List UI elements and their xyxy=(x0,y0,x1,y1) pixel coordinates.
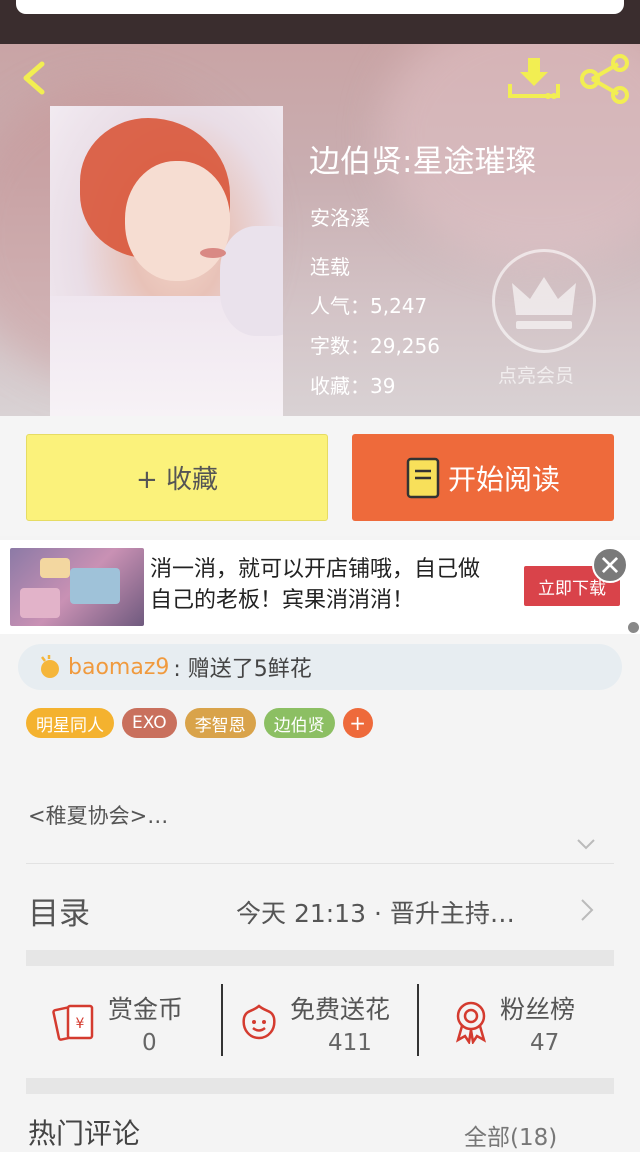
chevron-right-icon xyxy=(581,899,594,921)
clap-icon xyxy=(41,655,59,678)
download-icon[interactable] xyxy=(508,56,560,100)
reward-coins[interactable]: ¥ 赏金币 0 xyxy=(50,984,220,1064)
toc-latest-chapter: 今天 21:13 · 晋升主持… xyxy=(236,899,515,928)
gift-username[interactable]: baomaz9 xyxy=(68,655,169,680)
ribbon-medal-icon xyxy=(455,1001,487,1044)
book-icon xyxy=(406,457,440,498)
close-icon[interactable] xyxy=(592,547,628,583)
action-row: + 收藏 开始阅读 xyxy=(0,416,640,536)
collect-button[interactable]: + 收藏 xyxy=(26,434,328,521)
popularity-stat: 人气：5,247 xyxy=(310,294,428,318)
hot-comments-title: 热门评论 xyxy=(28,1117,141,1150)
search-pill xyxy=(16,0,624,14)
book-intro[interactable]: <稚夏协会>… xyxy=(28,800,168,830)
free-flowers[interactable]: 免费送花 411 xyxy=(236,984,416,1064)
fan-ranking-value: 47 xyxy=(530,1030,560,1056)
tag-item[interactable]: 边伯贤 xyxy=(263,708,335,738)
status-bar-area xyxy=(0,0,640,44)
free-flowers-value: 411 xyxy=(328,1030,372,1056)
fan-ranking-label: 粉丝榜 xyxy=(500,995,576,1024)
gift-notice[interactable]: baomaz9 : 赠送了5鲜花 xyxy=(18,644,622,690)
chevron-down-icon[interactable] xyxy=(576,838,596,852)
ad-text[interactable]: 消一消，就可以开店铺哦，自己做自己的老板！宾果消消消！ xyxy=(150,554,490,616)
all-comments-link[interactable]: 全部(18) xyxy=(464,1118,557,1152)
book-status: 连载 xyxy=(310,255,350,279)
book-header: 边伯贤:星途璀璨 安洛溪 连载 人气：5,247 字数：29,256 收藏：39… xyxy=(0,44,640,416)
toc-label: 目录 xyxy=(28,896,90,932)
section-gap xyxy=(26,950,614,966)
divider xyxy=(221,984,223,1056)
vip-label[interactable]: 点亮会员 xyxy=(498,361,574,388)
ad-image[interactable] xyxy=(10,548,144,626)
start-reading-button[interactable]: 开始阅读 xyxy=(352,434,614,521)
metrics-row: ¥ 赏金币 0 免费送花 411 粉丝榜 47 xyxy=(0,966,640,1076)
table-of-contents-row[interactable]: 目录 今天 21:13 · 晋升主持… xyxy=(0,866,640,950)
free-flowers-label: 免费送花 xyxy=(290,995,391,1024)
book-author[interactable]: 安洛溪 xyxy=(310,202,370,231)
flower-icon xyxy=(242,1004,276,1040)
svg-text:¥: ¥ xyxy=(76,1016,85,1032)
fan-ranking[interactable]: 粉丝榜 47 xyxy=(446,984,596,1064)
divider xyxy=(417,984,419,1056)
section-gap xyxy=(26,1078,614,1094)
book-cover-image[interactable] xyxy=(50,106,283,416)
crown-icon xyxy=(512,277,576,329)
back-arrow-icon[interactable] xyxy=(16,58,56,98)
reward-coins-label: 赏金币 xyxy=(108,995,184,1024)
ad-banner[interactable]: 消一消，就可以开店铺哦，自己做自己的老板！宾果消消消！ 立即下载 xyxy=(0,540,640,634)
share-icon[interactable] xyxy=(578,54,632,104)
gift-text: : 赠送了5鲜花 xyxy=(173,657,312,682)
book-title: 边伯贤:星途璀璨 xyxy=(309,144,537,180)
tag-item[interactable]: 李智恩 xyxy=(184,708,256,738)
vip-badge[interactable] xyxy=(492,249,596,353)
favorites-stat: 收藏：39 xyxy=(310,374,396,398)
start-reading-label: 开始阅读 xyxy=(447,462,560,496)
add-tag-button[interactable]: + xyxy=(342,708,373,738)
tag-item[interactable]: EXO xyxy=(122,708,177,738)
red-envelope-icon: ¥ xyxy=(52,1004,94,1041)
tag-item[interactable]: 明星同人 xyxy=(26,708,114,738)
tag-list: 明星同人 EXO 李智恩 边伯贤 + xyxy=(26,708,373,738)
reward-coins-value: 0 xyxy=(142,1030,157,1056)
ad-marker-icon xyxy=(628,622,639,633)
word-count-stat: 字数：29,256 xyxy=(310,334,440,358)
divider xyxy=(26,863,614,864)
